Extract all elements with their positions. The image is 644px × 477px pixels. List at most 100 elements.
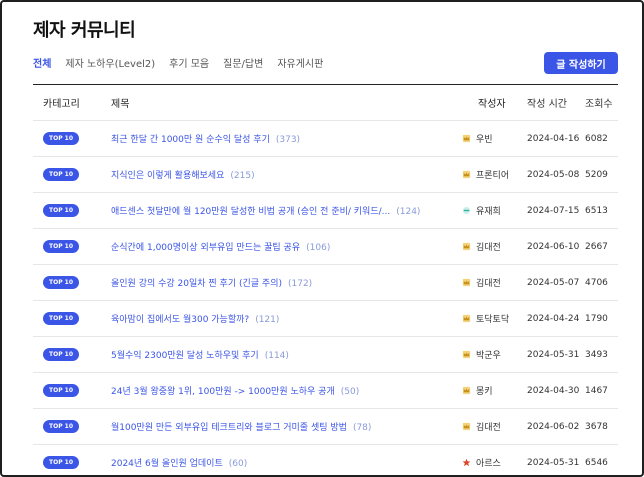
view-count: 1467 [585, 385, 608, 396]
post-date: 2024-04-24 [527, 313, 580, 324]
author-name[interactable]: 토닥토닥 [476, 312, 509, 325]
crown-icon [462, 134, 471, 143]
post-title-link[interactable]: 올인원 강의 수강 20일차 찐 후기 (긴글 주의) [111, 279, 282, 289]
author-cell: 우빈 [462, 132, 527, 145]
post-date: 2024-04-30 [527, 385, 580, 396]
author-cell: 몽키 [462, 384, 527, 397]
author-cell: 아르스 [462, 456, 527, 469]
top10-badge: TOP 10 [43, 240, 80, 253]
view-count: 2667 [585, 241, 608, 252]
tab-level2-knowhow[interactable]: 제자 노하우(Level2) [65, 58, 155, 72]
post-date: 2024-04-16 [527, 133, 580, 144]
post-title-link[interactable]: 순식간에 1,000명이상 외부유입 만드는 꿀팁 공유 [111, 243, 300, 253]
author-name[interactable]: 프론티어 [476, 168, 509, 181]
table-row[interactable]: TOP 10 육아맘이 집에서도 월300 가능할까? (121) 토닥토닥 2024-… [33, 301, 618, 337]
post-title-link[interactable]: 5월수익 2300만원 달성 노하우및 후기 [111, 351, 259, 361]
post-title-link[interactable]: 육아맘이 집에서도 월300 가능할까? [111, 315, 249, 325]
star-icon [462, 458, 471, 467]
table-row[interactable]: TOP 10 24년 3월 왕중왕 1위, 100만원 -> 1000만원 노하우… [33, 373, 618, 409]
post-date: 2024-06-10 [527, 241, 580, 252]
post-title-link[interactable]: 지식인은 이렇게 활용해보세요 [111, 171, 224, 181]
top10-badge: TOP 10 [43, 168, 80, 181]
table-row[interactable]: TOP 10 2024년 6월 올인원 업데이트 (60) 아르스 2024-05-31… [33, 445, 618, 475]
author-name[interactable]: 몽키 [476, 384, 493, 397]
post-date: 2024-06-02 [527, 421, 580, 432]
view-count: 3678 [585, 421, 608, 432]
author-name[interactable]: 김대전 [476, 276, 501, 289]
post-title-link[interactable]: 월100만원 만든 외부유입 테크트리와 블로그 거미줄 셋팅 방법 [111, 423, 347, 433]
author-name[interactable]: 김대전 [476, 420, 501, 433]
title-cell: 월100만원 만든 외부유입 테크트리와 블로그 거미줄 셋팅 방법 (78) [101, 420, 462, 433]
title-cell: 올인원 강의 수강 20일차 찐 후기 (긴글 주의) (172) [101, 276, 462, 289]
author-name[interactable]: 김대전 [476, 240, 501, 253]
comment-count: (106) [306, 243, 331, 253]
top10-badge: TOP 10 [43, 384, 80, 397]
header-author: 작성자 [478, 99, 506, 110]
comment-count: (78) [352, 423, 372, 433]
title-cell: 순식간에 1,000명이상 외부유입 만드는 꿀팁 공유 (106) [101, 240, 462, 253]
write-post-button[interactable]: 글 작성하기 [544, 52, 618, 74]
table-row[interactable]: TOP 10 애드센스 첫달만에 월 120만원 달성한 비법 공개 (승인 전 … [33, 193, 618, 229]
title-cell: 24년 3월 왕중왕 1위, 100만원 -> 1000만원 노하우 공개 (50… [101, 384, 462, 397]
header-date: 작성 시간 [527, 99, 567, 110]
diamond-icon [462, 206, 471, 215]
post-title-link[interactable]: 애드센스 첫달만에 월 120만원 달성한 비법 공개 (승인 전 준비/ 키워… [111, 207, 390, 217]
post-date: 2024-05-07 [527, 277, 580, 288]
crown-icon [462, 170, 471, 179]
author-name[interactable]: 유재희 [476, 204, 501, 217]
author-cell: 김대전 [462, 420, 527, 433]
author-cell: 박군우 [462, 348, 527, 361]
post-title-link[interactable]: 최근 한달 간 1000만 원 순수익 달성 후기 [111, 135, 270, 145]
tab-all[interactable]: 전체 [33, 58, 51, 72]
post-title-link[interactable]: 24년 3월 왕중왕 1위, 100만원 -> 1000만원 노하우 공개 [111, 387, 335, 397]
author-name[interactable]: 우빈 [476, 132, 493, 145]
title-cell: 애드센스 첫달만에 월 120만원 달성한 비법 공개 (승인 전 준비/ 키워… [101, 204, 462, 217]
post-date: 2024-05-31 [527, 349, 580, 360]
category-cell: TOP 10 [33, 384, 101, 397]
crown-icon [462, 242, 471, 251]
table-row[interactable]: TOP 10 지식인은 이렇게 활용해보세요 (215) 프론티어 2024-05-08… [33, 157, 618, 193]
top10-badge: TOP 10 [43, 348, 80, 361]
post-title-link[interactable]: 2024년 6월 올인원 업데이트 [111, 459, 223, 469]
page-title: 제자 커뮤니티 [33, 20, 136, 41]
table-row[interactable]: TOP 10 5월수익 2300만원 달성 노하우및 후기 (114) 박군우 2024… [33, 337, 618, 373]
top10-badge: TOP 10 [43, 420, 80, 433]
author-cell: 김대전 [462, 276, 527, 289]
title-cell: 최근 한달 간 1000만 원 순수익 달성 후기 (373) [101, 132, 462, 145]
title-cell: 2024년 6월 올인원 업데이트 (60) [101, 456, 462, 469]
view-count: 6513 [585, 205, 608, 216]
comment-count: (124) [396, 207, 421, 217]
category-cell: TOP 10 [33, 420, 101, 433]
tab-qna[interactable]: 질문/답변 [223, 58, 263, 72]
header-category: 카테고리 [43, 99, 80, 110]
crown-icon [462, 278, 471, 287]
author-name[interactable]: 박군우 [476, 348, 501, 361]
author-cell: 토닥토닥 [462, 312, 527, 325]
post-date: 2024-05-08 [527, 169, 580, 180]
title-cell: 지식인은 이렇게 활용해보세요 (215) [101, 168, 462, 181]
author-cell: 유재희 [462, 204, 527, 217]
view-count: 6082 [585, 133, 608, 144]
tab-reviews[interactable]: 후기 모음 [169, 58, 209, 72]
post-date: 2024-05-31 [527, 457, 580, 468]
comment-count: (172) [287, 279, 313, 289]
table-row[interactable]: TOP 10 올인원 강의 수강 20일차 찐 후기 (긴글 주의) (172) 김대… [33, 265, 618, 301]
crown-icon [462, 350, 471, 359]
tab-free-board[interactable]: 자유게시판 [277, 58, 323, 72]
view-count: 6546 [585, 457, 608, 468]
crown-icon [462, 314, 471, 323]
post-date: 2024-07-15 [527, 205, 580, 216]
crown-icon [462, 422, 471, 431]
top10-badge: TOP 10 [43, 276, 80, 289]
top10-badge: TOP 10 [43, 456, 80, 469]
category-cell: TOP 10 [33, 348, 101, 361]
category-cell: TOP 10 [33, 168, 101, 181]
table-body: TOP 10 최근 한달 간 1000만 원 순수익 달성 후기 (373) 우빈 20… [33, 121, 618, 475]
table-row[interactable]: TOP 10 순식간에 1,000명이상 외부유입 만드는 꿀팁 공유 (106) 김… [33, 229, 618, 265]
table-row[interactable]: TOP 10 최근 한달 간 1000만 원 순수익 달성 후기 (373) 우빈 20… [33, 121, 618, 157]
author-name[interactable]: 아르스 [476, 456, 501, 469]
table-row[interactable]: TOP 10 월100만원 만든 외부유입 테크트리와 블로그 거미줄 셋팅 방법… [33, 409, 618, 445]
category-cell: TOP 10 [33, 276, 101, 289]
title-cell: 5월수익 2300만원 달성 노하우및 후기 (114) [101, 348, 462, 361]
crown-icon [462, 386, 471, 395]
